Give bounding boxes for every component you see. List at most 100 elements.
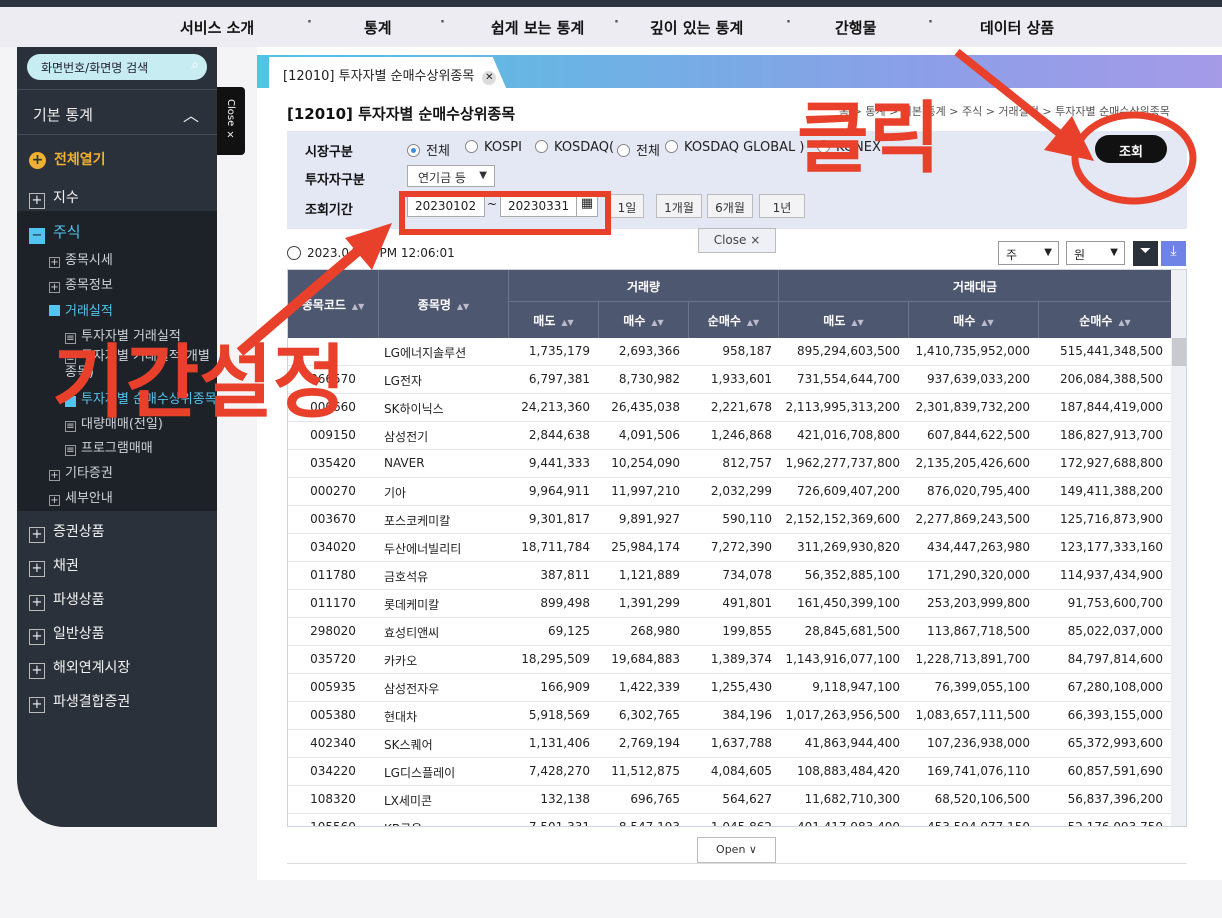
table-cell: 28,845,681,500 [804,624,900,638]
table-row[interactable]: 034020 두산에너빌리티 18,711,784 25,984,174 7,272,3… [288,534,1171,562]
sort-icon[interactable]: ▲▼ [1118,318,1130,327]
search-icon[interactable]: ⌕ [191,57,199,73]
table-cell: 삼성전기 [384,430,429,444]
market-radio-kospi[interactable]: KOSPI [465,140,522,155]
table-row[interactable]: 402340 SK스퀘어 1,131,406 2,769,194 1,637,788 41… [288,730,1171,758]
sidebar-sub-other[interactable]: + 기타증권 [49,462,113,481]
market-radio-kosdaq[interactable]: KOSDAQ( [535,140,614,155]
sort-icon[interactable]: ▲▼ [352,302,364,311]
sidebar-sub-price[interactable]: + 종목시세 [49,249,113,268]
header-label: 매수 [623,314,646,328]
table-cell: 161,450,399,100 [796,596,900,610]
sidebar-item-index[interactable]: + 지수 [29,187,79,209]
col-val-sell[interactable]: 매도 ▲▼ [778,302,908,338]
table-row[interactable]: 011170 롯데케미칼 899,498 1,391,299 491,801 161,45… [288,590,1171,618]
period-1month-button[interactable]: 1개월 [656,194,702,218]
sidebar-item-label: 파생상품 [53,592,105,608]
sidebar-item-label: 주식 [53,223,81,241]
sidebar-item-commodity[interactable]: + 일반상품 [29,623,105,645]
table-cell: 금호석유 [384,570,429,584]
sidebar-item-dls[interactable]: + 파생결합증권 [29,691,130,713]
sidebar-item-bond[interactable]: + 채권 [29,555,79,577]
table-cell: 84,797,814,600 [1067,652,1163,666]
nav-publications[interactable]: 간행물 [835,17,876,38]
col-val-buy[interactable]: 매수 ▲▼ [908,302,1038,338]
nav-deep-statistics[interactable]: 깊이 있는 통계 [650,17,743,38]
calendar-icon[interactable]: ▦ [576,195,598,217]
period-6month-button[interactable]: 6개월 [707,194,753,218]
close-icon[interactable]: ✕ [482,71,497,85]
period-1day-button[interactable]: 1일 [610,194,644,218]
investor-select[interactable]: 연기금 등 ▼ [407,165,495,187]
sidebar-sub-info[interactable]: + 종목정보 [49,274,113,293]
nav-statistics[interactable]: 통계 [364,17,392,38]
scrollbar-thumb[interactable] [1172,338,1186,366]
nav-data-products[interactable]: 데이터 상품 [980,17,1054,38]
sort-icon[interactable]: ▲▼ [457,302,469,311]
col-name[interactable]: 종목명 ▲▼ [378,270,508,338]
table-row[interactable]: LG에너지솔루션 1,735,179 2,693,366 958,187 895,294… [288,338,1171,366]
sort-icon[interactable]: ▲▼ [747,318,759,327]
screen-search-input[interactable]: 화면번호/화면명 검색 ⌕ [27,54,207,80]
table-row[interactable]: 000270 기아 9,964,911 11,997,210 2,032,299 726,… [288,478,1171,506]
table-row[interactable]: 005380 현대차 5,918,569 6,302,765 384,196 1,017,… [288,702,1171,730]
market-radio-kosdaq-all[interactable]: 전체 [617,140,660,159]
open-button[interactable]: Open ∨ [697,837,776,863]
sort-icon[interactable]: ▲▼ [651,318,663,327]
table-row[interactable]: 035420 NAVER 9,441,333 10,254,090 812,757 1,9… [288,450,1171,478]
sidebar-item-overseas[interactable]: + 해외연계시장 [29,657,130,679]
table-row[interactable]: 108320 LX세미콘 132,138 696,765 564,627 11,682,7… [288,786,1171,814]
sort-icon[interactable]: ▲▼ [981,318,993,327]
tab-12010[interactable]: [12010] 투자자별 순매수상위종목 ✕ [269,57,507,90]
table-cell: 9,118,947,100 [812,680,900,694]
main-panel: [12010] 투자자별 순매수상위종목 ✕ [12010] 투자자별 순매수상위… [257,47,1222,880]
sidebar-close-tab[interactable]: Close × [217,87,245,155]
market-radio-kosdaq-global[interactable]: KOSDAQ GLOBAL ) [665,140,804,155]
sidebar-item-securities[interactable]: + 증권상품 [29,521,105,543]
search-button[interactable]: 조회 [1095,135,1167,163]
download-icon[interactable]: ⤓ [1161,241,1186,266]
currency-select[interactable]: 원 ▼ [1066,241,1125,265]
sort-icon[interactable]: ▲▼ [561,318,573,327]
table-cell: 011170 [310,596,356,610]
table-row[interactable]: 066570 LG전자 6,797,381 8,730,982 1,933,601 731… [288,366,1171,394]
basic-stats-header[interactable]: 기본 통계 ︿ [17,89,217,135]
table-row[interactable]: 005935 삼성전자우 166,909 1,422,339 1,255,430 9,11… [288,674,1171,702]
nav-easy-statistics[interactable]: 쉽게 보는 통계 [491,17,584,38]
market-radio-all[interactable]: 전체 [407,140,450,159]
unit-select[interactable]: 주 ▼ [998,241,1059,265]
table-header: 종목코드 ▲▼ 종목명 ▲▼ 거래량 거래대금 매도 ▲▼ 매수 ▲▼ 순매수 ▲▼ 매도… [288,270,1171,338]
sidebar-sub-program[interactable]: ≡ 프로그램매매 [65,437,153,456]
sidebar-item-derivatives[interactable]: + 파생상품 [29,589,105,611]
sidebar-sub-trade[interactable]: 거래실적 [49,300,113,319]
table-row[interactable]: 034220 LG디스플레이 7,428,270 11,512,875 4,084,60… [288,758,1171,786]
chevron-up-icon[interactable]: ︿ [183,102,199,126]
nav-service-intro[interactable]: 서비스 소개 [180,17,254,38]
table-cell: 2,277,869,243,500 [915,512,1030,526]
table-row[interactable]: 000660 SK하이닉스 24,213,360 26,435,038 2,221,67… [288,394,1171,422]
date-from-input[interactable]: 20230102 [407,195,485,217]
sort-icon[interactable]: ▲▼ [851,318,863,327]
table-row[interactable]: 298020 효성티앤씨 69,125 268,980 199,855 28,845,68… [288,618,1171,646]
table-cell: 105560 [310,820,356,827]
sidebar-item-stock[interactable]: − 주식 [29,221,81,244]
col-val-net[interactable]: 순매수 ▲▼ [1038,302,1171,338]
table-cell: LG디스플레이 [384,766,456,780]
date-to-input[interactable]: 20230331 [500,195,578,217]
table-row[interactable]: 035720 카카오 18,295,509 19,684,883 1,389,374 1,… [288,646,1171,674]
table-row[interactable]: 105560 KB금융 7,501,331 8,547,193 1,045,862 401… [288,814,1171,827]
table-cell: 003670 [310,512,356,526]
table-row[interactable]: 011780 금호석유 387,811 1,121,889 734,078 56,352,… [288,562,1171,590]
period-1year-button[interactable]: 1년 [759,194,805,218]
table-row[interactable]: 009150 삼성전기 2,844,638 4,091,506 1,246,868 421… [288,422,1171,450]
close-filter-button[interactable]: Close × [698,228,776,253]
col-vol-net[interactable]: 순매수 ▲▼ [688,302,778,338]
col-vol-sell[interactable]: 매도 ▲▼ [508,302,598,338]
table-scrollbar[interactable] [1171,270,1186,826]
filter-icon[interactable]: ⏷ [1133,241,1158,266]
open-all-button[interactable]: + 전체열기 [29,149,106,169]
period-label: 조회기간 [305,203,353,218]
col-vol-buy[interactable]: 매수 ▲▼ [598,302,688,338]
sidebar-sub-guide[interactable]: + 세부안내 [49,487,113,506]
table-row[interactable]: 003670 포스코케미칼 9,301,817 9,891,927 590,110 2,1… [288,506,1171,534]
